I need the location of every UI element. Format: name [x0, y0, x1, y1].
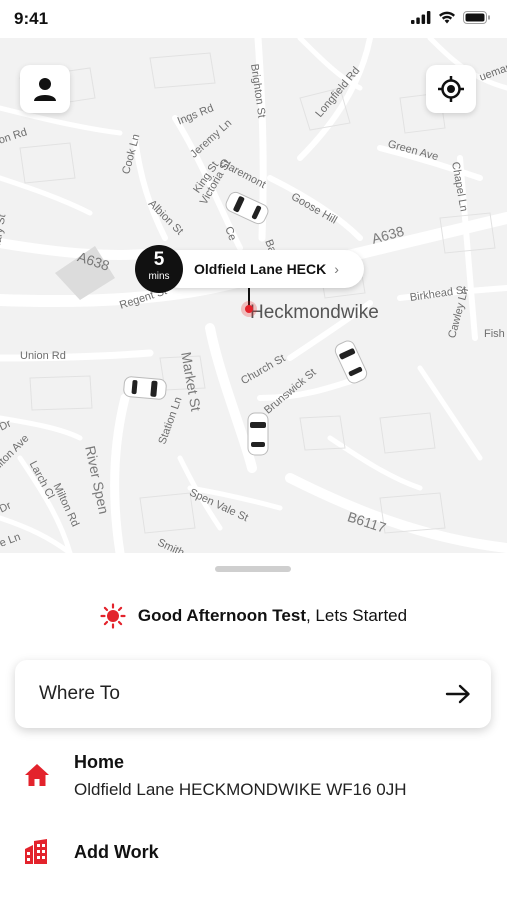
favourite-home[interactable]: Home Oldfield Lane HECKMONDWIKE WF16 0JH: [0, 749, 507, 809]
road-label: Union Rd: [20, 350, 66, 362]
profile-button[interactable]: [20, 65, 70, 113]
status-time: 9:41: [14, 9, 49, 28]
crosshair-icon: [438, 76, 464, 102]
status-bar: 9:41: [0, 0, 507, 38]
road-label: Fish: [484, 328, 505, 340]
locate-me-button[interactable]: [426, 65, 476, 113]
where-to-label: Where To: [39, 683, 120, 704]
eta-badge: 5 mins: [135, 245, 183, 293]
town-label: Heckmondwike: [250, 302, 379, 323]
home-icon: [25, 764, 49, 786]
car-icon: [123, 376, 167, 400]
status-icons: [411, 11, 491, 24]
pickup-pin-icon: [241, 301, 257, 317]
eta-unit: mins: [148, 271, 170, 282]
favourite-address: Oldfield Lane HECKMONDWIKE WF16 0JH: [74, 780, 407, 799]
work-building-icon: [25, 839, 47, 864]
pickup-location-button[interactable]: Oldfield Lane HECK ›: [160, 250, 364, 288]
car-icon: [247, 412, 269, 456]
pickup-location-label: Oldfield Lane HECK: [194, 261, 327, 277]
greeting-name: Good Afternoon Test: [137, 606, 306, 625]
eta-value: 5: [153, 249, 165, 270]
wifi-icon: [439, 11, 455, 24]
favourite-title: Add Work: [74, 842, 159, 862]
greeting: Good Afternoon Test , Lets Started: [0, 603, 507, 629]
bottom-sheet: Good Afternoon Test , Lets Started Where…: [0, 553, 507, 900]
signal-icon: [411, 11, 431, 24]
sun-icon: [100, 603, 126, 629]
user-icon: [34, 78, 56, 101]
battery-icon: [463, 11, 490, 24]
where-to-input[interactable]: Where To: [15, 660, 491, 728]
chevron-right-icon: ›: [334, 261, 339, 277]
favourite-title: Home: [74, 752, 125, 772]
sheet-drag-handle[interactable]: [215, 566, 291, 572]
map-view[interactable]: ton Rd Ings Rd Jeremy Ln Claremont King …: [0, 38, 507, 553]
add-work-button[interactable]: Add Work: [0, 837, 507, 871]
greeting-rest: , Lets Started: [305, 606, 408, 625]
arrow-right-icon[interactable]: [445, 684, 471, 704]
